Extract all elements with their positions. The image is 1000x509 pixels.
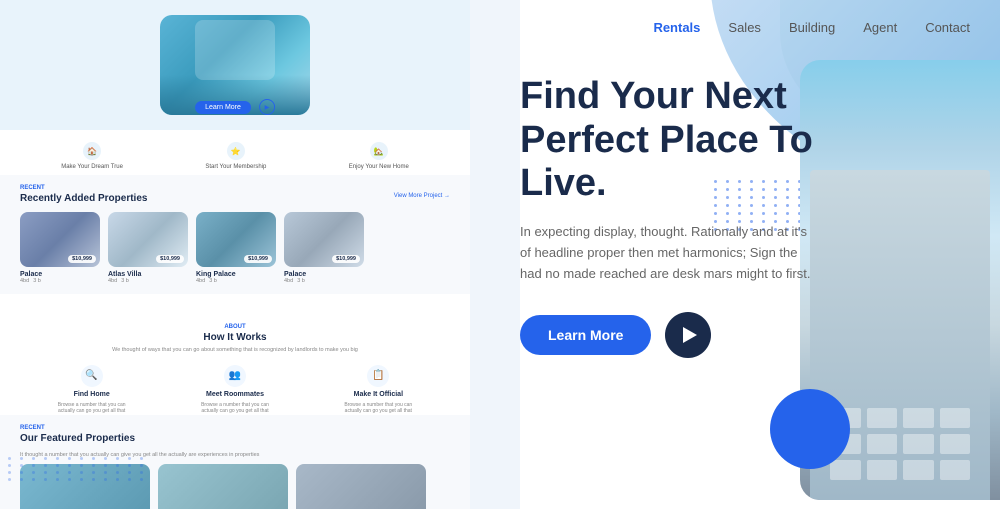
featured-title: Our Featured Properties — [20, 433, 450, 444]
step-3-label: Enjoy Your New Home — [349, 164, 409, 170]
window-4 — [940, 408, 971, 428]
window-11 — [903, 460, 934, 480]
card-1-name: Palace — [20, 271, 100, 278]
step-1-label: Make Your Dream True — [61, 164, 123, 170]
card-4-image: $10,999 — [284, 212, 364, 267]
card-2-baths: 3 b — [121, 278, 129, 284]
window-6 — [867, 434, 898, 454]
play-button[interactable] — [665, 312, 711, 358]
building-windows — [830, 408, 970, 480]
card-2-meta: 4bd 3 b — [108, 278, 188, 284]
property-card-3[interactable]: $10,999 King Palace 4bd 3 b — [196, 212, 276, 284]
window-7 — [903, 434, 934, 454]
card-4-name: Palace — [284, 271, 364, 278]
step-1-icon: 🏠 — [83, 142, 101, 160]
card-1-meta: 4bd 3 b — [20, 278, 100, 284]
how-tag: About — [20, 324, 450, 330]
how-step-2-text: Browse a number that you can actually ca… — [195, 402, 275, 415]
hero-description: In expecting display, thought. Rationall… — [520, 222, 820, 284]
how-step-1: 🔍 Find Home Browse a number that you can… — [52, 365, 132, 415]
dots-decoration-left: const dotsLeft = document.querySelector(… — [0, 449, 156, 489]
nav-contact[interactable]: Contact — [925, 20, 970, 35]
card-4-price: $10,999 — [332, 255, 360, 263]
how-step-1-text: Browse a number that you can actually ca… — [52, 402, 132, 415]
properties-title: Recently Added Properties — [20, 193, 450, 204]
navigation: Rentals Sales Building Agent Contact — [470, 0, 1000, 55]
how-it-works-section: About How It Works We thought of ways th… — [0, 310, 470, 429]
featured-tag: Recent — [20, 425, 450, 431]
card-3-name: King Palace — [196, 271, 276, 278]
card-4-beds: 4bd — [284, 278, 293, 284]
play-icon — [683, 327, 697, 343]
property-card-4[interactable]: $10,999 Palace 4bd 3 b — [284, 212, 364, 284]
featured-card-2[interactable] — [158, 464, 288, 509]
step-3: 🏡 Enjoy Your New Home — [349, 142, 409, 170]
property-card-2[interactable]: $10,999 Atlas Villa 4bd 3 b — [108, 212, 188, 284]
learn-more-button[interactable]: Learn More — [520, 315, 651, 355]
card-2-image: $10,999 — [108, 212, 188, 267]
blue-circle-decoration — [770, 389, 850, 469]
hero-section: Find Your Next Perfect Place To Live. In… — [470, 55, 850, 378]
left-panel: Learn More ▶ 🏠 Make Your Dream True ⭐ St… — [0, 0, 470, 509]
card-3-baths: 3 b — [209, 278, 217, 284]
card-2-price: $10,999 — [156, 255, 184, 263]
window-10 — [867, 460, 898, 480]
card-3-price: $10,999 — [244, 255, 272, 263]
card-1-image: $10,999 — [20, 212, 100, 267]
card-3-image: $10,999 — [196, 212, 276, 267]
view-all-link[interactable]: View More Project → — [394, 193, 450, 199]
window-9 — [830, 460, 861, 480]
how-step-3-icon: 📋 — [367, 365, 389, 387]
card-3-meta: 4bd 3 b — [196, 278, 276, 284]
card-4-meta: 4bd 3 b — [284, 278, 364, 284]
window-2 — [867, 408, 898, 428]
how-step-1-icon: 🔍 — [81, 365, 103, 387]
property-cards: $10,999 Palace 4bd 3 b $10,999 Atlas Vil… — [20, 212, 450, 284]
step-3-icon: 🏡 — [370, 142, 388, 160]
card-1-beds: 4bd — [20, 278, 29, 284]
how-desc: We thought of ways that you can go about… — [110, 347, 360, 355]
hero-play-btn[interactable]: ▶ — [259, 99, 275, 115]
how-step-1-label: Find Home — [74, 391, 110, 398]
hero-learn-btn[interactable]: Learn More — [195, 101, 251, 114]
nav-rentals[interactable]: Rentals — [653, 20, 700, 35]
hero-title: Find Your Next Perfect Place To Live. — [520, 75, 820, 206]
window-12 — [940, 460, 971, 480]
card-3-beds: 4bd — [196, 278, 205, 284]
step-2-label: Start Your Membership — [205, 164, 266, 170]
how-step-3-text: Browse a number that you can actually ca… — [338, 402, 418, 415]
card-2-beds: 4bd — [108, 278, 117, 284]
how-title: How It Works — [20, 332, 450, 343]
step-2-icon: ⭐ — [227, 142, 245, 160]
card-2-name: Atlas Villa — [108, 271, 188, 278]
properties-section: Recent Recently Added Properties View Mo… — [0, 175, 470, 294]
window-3 — [903, 408, 934, 428]
how-step-2-icon: 👥 — [224, 365, 246, 387]
properties-tag: Recent — [20, 185, 450, 191]
nav-agent[interactable]: Agent — [863, 20, 897, 35]
hero-actions: Learn More — [520, 312, 820, 358]
card-1-baths: 3 b — [33, 278, 41, 284]
card-1-price: $10,999 — [68, 255, 96, 263]
right-panel: Rentals Sales Building Agent Contact Fin… — [470, 0, 1000, 509]
property-card-1[interactable]: $10,999 Palace 4bd 3 b — [20, 212, 100, 284]
nav-sales[interactable]: Sales — [728, 20, 761, 35]
card-4-baths: 3 b — [297, 278, 305, 284]
how-step-3-label: Make It Official — [354, 391, 403, 398]
how-step-2: 👥 Meet Roommates Browse a number that yo… — [195, 365, 275, 415]
nav-building[interactable]: Building — [789, 20, 835, 35]
step-2: ⭐ Start Your Membership — [205, 142, 266, 170]
step-1: 🏠 Make Your Dream True — [61, 142, 123, 170]
hero-action-buttons: Learn More ▶ — [195, 99, 275, 115]
window-8 — [940, 434, 971, 454]
how-step-2-label: Meet Roommates — [206, 391, 264, 398]
how-step-3: 📋 Make It Official Browse a number that … — [338, 365, 418, 415]
mockup-hero: Learn More ▶ — [0, 0, 470, 130]
how-steps: 🔍 Find Home Browse a number that you can… — [20, 365, 450, 415]
featured-card-3[interactable] — [296, 464, 426, 509]
